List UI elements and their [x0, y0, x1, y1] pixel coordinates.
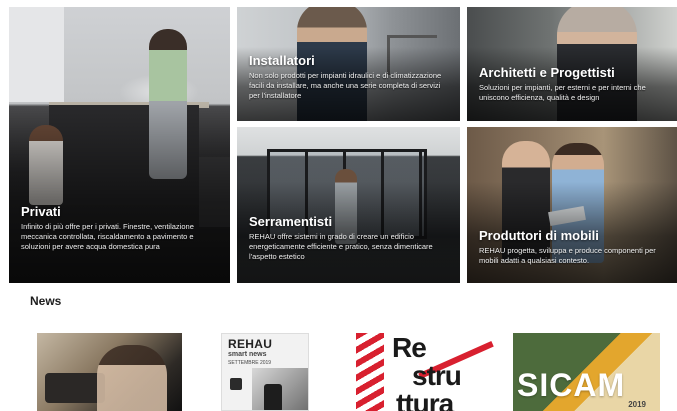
- tile-title: Installatori: [249, 53, 315, 68]
- brand-logo: REHAU: [228, 337, 273, 351]
- newsletter-label: smart news SETTEMBRE 2019: [228, 351, 271, 367]
- tile-produttori[interactable]: Produttori di mobili REHAU progetta, svi…: [467, 127, 677, 283]
- tile-shade: [467, 7, 677, 121]
- tile-architetti[interactable]: Architetti e Progettisti Soluzioni per i…: [467, 7, 677, 121]
- tile-description: Soluzioni per impianti, per esterni e pe…: [479, 83, 646, 102]
- tile-title: Produttori di mobili: [479, 228, 599, 243]
- news-card-restructura[interactable]: Re stru ttura: [356, 333, 498, 411]
- stripes-logo: [356, 333, 384, 411]
- newsletter-date: SETTEMBRE 2019: [228, 360, 272, 366]
- person-figure: [97, 345, 167, 411]
- sicam-year: 2019: [628, 400, 646, 409]
- newsletter-title: smart news: [228, 351, 267, 358]
- logo-line-2: stru: [412, 360, 462, 391]
- news-card-sicam[interactable]: SICAM 2019: [513, 333, 660, 411]
- phone-icon: [264, 384, 282, 410]
- tile-serramentisti[interactable]: Serramentisti REHAU offre sistemi in gra…: [237, 127, 460, 283]
- tile-description: REHAU offre sistemi in grado di creare u…: [249, 232, 433, 261]
- device-icon: [230, 378, 242, 390]
- news-heading: News: [30, 294, 62, 308]
- tile-title: Privati: [21, 204, 61, 219]
- tile-description: Non solo prodotti per impianti idraulici…: [249, 71, 442, 100]
- news-card-kitchen[interactable]: [37, 333, 182, 411]
- logo-line-3: ttura: [396, 388, 454, 411]
- tile-description: REHAU progetta, sviluppa e produce compo…: [479, 246, 656, 265]
- tile-description: Infinito di più offre per i privati. Fin…: [21, 222, 194, 251]
- tile-title: Serramentisti: [249, 214, 333, 229]
- page: Privati Infinito di più offre per i priv…: [0, 0, 677, 411]
- tile-installatori[interactable]: Installatori Non solo prodotti per impia…: [237, 7, 460, 121]
- tile-privati[interactable]: Privati Infinito di più offre per i priv…: [9, 7, 230, 283]
- tile-title: Architetti e Progettisti: [479, 65, 615, 80]
- news-card-smart-news[interactable]: REHAU smart news SETTEMBRE 2019: [221, 333, 309, 411]
- sicam-logo: SICAM: [517, 367, 626, 403]
- sink: [45, 373, 105, 403]
- logo-line-1: Re: [392, 333, 427, 363]
